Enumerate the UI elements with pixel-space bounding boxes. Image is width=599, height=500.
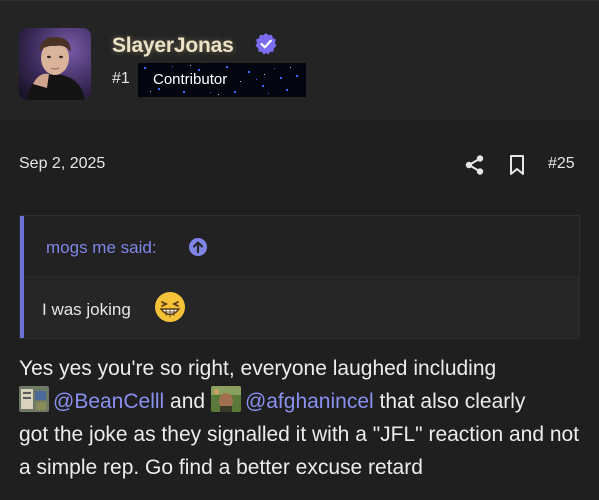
post-message: Yes yes you're so right, everyone laughe… bbox=[19, 352, 589, 484]
quote-block: mogs me said: I was joking bbox=[19, 215, 580, 339]
verified-badge-icon bbox=[255, 33, 277, 55]
post-number-link[interactable]: #25 bbox=[548, 155, 575, 173]
jump-to-quote-icon[interactable] bbox=[188, 237, 208, 257]
afghanincel-avatar[interactable] bbox=[210, 386, 241, 412]
share-icon[interactable] bbox=[464, 154, 486, 176]
message-line-2-tail: that also clearly bbox=[373, 390, 526, 413]
username[interactable]: SlayerJonas bbox=[112, 34, 234, 58]
header-pointer bbox=[44, 119, 68, 131]
grinning-squint-emoji-icon bbox=[155, 292, 185, 322]
mention-afghanincel[interactable]: @afghanincel bbox=[245, 390, 374, 413]
message-rest: got the joke as they signalled it with a… bbox=[19, 423, 580, 479]
quote-text: I was joking bbox=[42, 300, 131, 319]
bookmark-icon[interactable] bbox=[508, 154, 526, 176]
post-date[interactable]: Sep 2, 2025 bbox=[19, 155, 105, 173]
top-divider bbox=[0, 0, 599, 1]
message-line-1: Yes yes you're so right, everyone laughe… bbox=[19, 357, 497, 380]
quote-author[interactable]: mogs me said: bbox=[46, 238, 157, 258]
contributor-label: Contributor bbox=[153, 71, 228, 88]
beancelll-avatar[interactable] bbox=[19, 386, 49, 412]
and-text: and bbox=[164, 390, 211, 413]
mention-beancelll[interactable]: @BeanCelll bbox=[53, 390, 164, 413]
user-avatar[interactable] bbox=[19, 28, 91, 100]
contributor-banner: Contributor bbox=[138, 63, 306, 97]
quote-header: mogs me said: bbox=[24, 216, 579, 277]
user-rank: #1 bbox=[112, 70, 130, 87]
